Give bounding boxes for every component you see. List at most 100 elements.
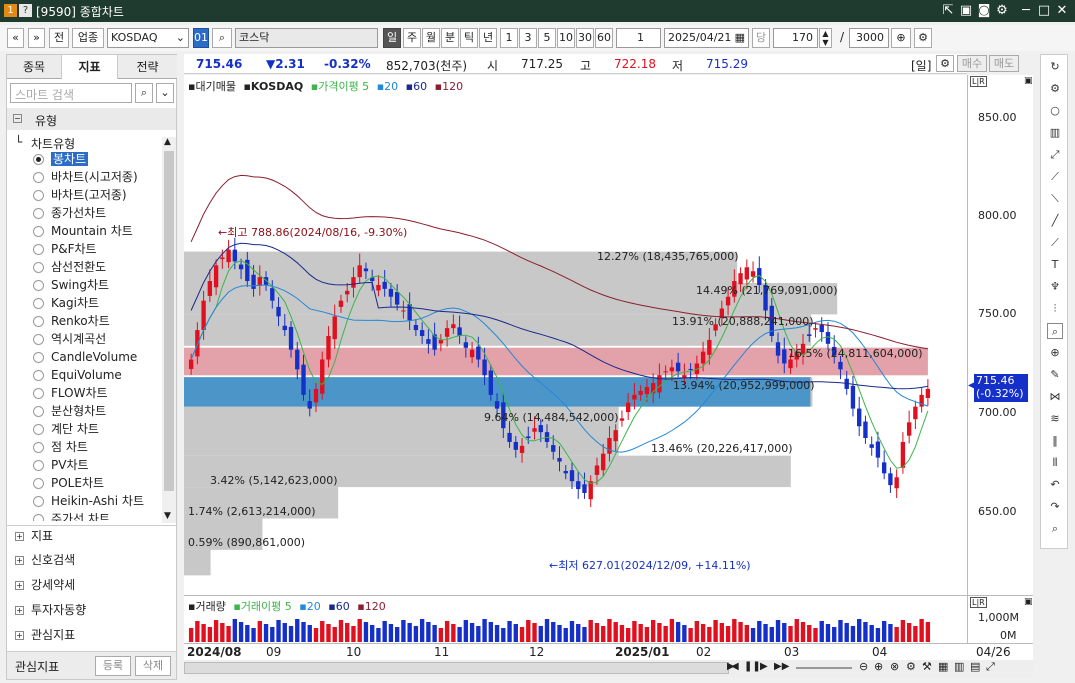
collapse-icon[interactable]: ⌄ (156, 83, 174, 103)
all-button[interactable]: 전 (49, 28, 69, 48)
expand-icon[interactable]: ▣ (1024, 76, 1033, 86)
chart-type-item[interactable]: Kagi차트 (33, 295, 99, 312)
sector-button[interactable]: 업종 (72, 28, 104, 48)
bar-chart-icon[interactable]: ▥ (1047, 125, 1063, 141)
reset-icon[interactable]: ⊗ (890, 660, 899, 673)
ray-tool-icon[interactable]: ⟋ (1047, 169, 1063, 185)
radio-icon[interactable] (33, 442, 44, 453)
radio-icon[interactable] (33, 460, 44, 471)
text-tool-icon[interactable]: T (1047, 257, 1063, 273)
radio-icon[interactable] (33, 424, 44, 435)
chart-type-item[interactable]: 분산형차트 (33, 403, 106, 420)
save-icon[interactable]: ▣ (958, 3, 974, 18)
volume-chart[interactable]: ▪거래량 ▪거래이평 5 ▪20 ▪60 ▪120 (184, 595, 967, 643)
zoom-out-icon[interactable]: ⊖ (859, 660, 868, 673)
tab-stocks[interactable]: 종목 (7, 55, 62, 79)
radio-icon[interactable] (33, 370, 44, 381)
delete-button[interactable]: 삭제 (135, 656, 171, 676)
period-week-button[interactable]: 주 (403, 28, 421, 48)
period-year-button[interactable]: 년 (479, 28, 497, 48)
link-icon[interactable]: ⇱ (940, 3, 956, 18)
nav-prev-button[interactable]: « (7, 28, 24, 48)
scroll-thumb[interactable] (184, 662, 729, 674)
current-button[interactable]: 당 (752, 28, 770, 48)
chart-type-item[interactable]: 삼선전환도 (33, 259, 106, 276)
candle-tool-icon[interactable]: ⫶ (1047, 301, 1063, 317)
radio-icon[interactable] (33, 172, 44, 183)
chart-type-item[interactable]: 주가선 차트 (33, 511, 110, 521)
columns-icon[interactable]: ⦀ (1047, 455, 1063, 471)
tool-icon[interactable]: ⚒ (922, 660, 932, 673)
scroll-up-icon[interactable]: ▲ (164, 137, 171, 147)
radio-icon[interactable] (33, 334, 44, 345)
lr-toggle[interactable]: L|R (970, 76, 987, 87)
expand-icon[interactable]: ▣ (1024, 597, 1033, 607)
interval-5-button[interactable]: 5 (538, 28, 556, 48)
radio-icon[interactable] (33, 280, 44, 291)
price-chart[interactable]: ▪대기매물 ▪KOSDAQ ▪가격이평 5 ▪20 ▪60 ▪120 0.59%… (184, 75, 967, 595)
chart-type-item[interactable]: Swing차트 (33, 277, 109, 294)
chart-type-item[interactable]: EquiVolume (33, 367, 122, 384)
radio-icon[interactable] (33, 190, 44, 201)
radio-icon[interactable] (33, 388, 44, 399)
date-field[interactable]: 2025/04/21 ▦ (664, 28, 749, 48)
undo-icon[interactable]: ↶ (1047, 477, 1063, 493)
chart-type-item[interactable]: 바차트(시고저종) (33, 169, 138, 186)
group-strength[interactable]: + 강세약세 (15, 575, 75, 595)
scroll-down-icon[interactable]: ▼ (164, 511, 171, 521)
bars-icon[interactable]: ‖ (1047, 433, 1063, 449)
period-tick-button[interactable]: 틱 (460, 28, 478, 48)
line-tool-icon[interactable]: ╱ (1047, 213, 1063, 229)
code-badge[interactable]: 01 (193, 28, 209, 48)
maximize-icon[interactable]: □ (1036, 3, 1052, 18)
chart-type-item[interactable]: PV차트 (33, 457, 89, 474)
circle-icon[interactable]: ○ (1047, 103, 1063, 119)
tab-strategy[interactable]: 전략 (118, 55, 177, 79)
radio-icon[interactable] (33, 298, 44, 309)
search-icon[interactable]: ⌕ (212, 28, 232, 48)
scroll-right-icon[interactable]: ▶ (727, 661, 735, 672)
chart-type-item[interactable]: POLE차트 (33, 475, 104, 492)
close-icon[interactable]: ✕ (1054, 3, 1070, 18)
chart-type-item[interactable]: CandleVolume (33, 349, 137, 366)
chart-type-item[interactable]: 바차트(고저종) (33, 187, 127, 204)
auto-line-icon[interactable]: ⟋ (1047, 235, 1063, 251)
radio-icon[interactable] (33, 208, 44, 219)
chart-type-item[interactable]: 역시계곡선 (33, 331, 106, 348)
radio-icon[interactable] (33, 226, 44, 237)
radio-icon[interactable] (33, 316, 44, 327)
search-icon[interactable]: ⌕ (135, 83, 153, 103)
fullscreen-icon[interactable]: ⤢ (986, 660, 995, 674)
interval-1-button[interactable]: 1 (500, 28, 518, 48)
period-month-button[interactable]: 월 (422, 28, 440, 48)
buy-button[interactable]: 매수 (957, 55, 987, 72)
minimize-icon[interactable]: ─ (1018, 3, 1034, 18)
sell-button[interactable]: 매도 (989, 55, 1019, 72)
chart-scrollbar[interactable]: ◀ ▶ ❚❚ ▶ ▶▶ ⊖ ⊕ ⊗ ⚙ ⚒ ▦ ▥ ▤ ⤢ (184, 660, 1033, 677)
segment-tool-icon[interactable]: ⟍ (1047, 191, 1063, 207)
smart-search-input[interactable]: 스마트 검색 (10, 83, 132, 103)
app-number-icon[interactable]: 1 (4, 4, 17, 17)
zoom-tool-icon[interactable]: ⊕ (1047, 345, 1063, 361)
settings-icon[interactable]: ⚙ (906, 660, 916, 673)
radio-icon[interactable] (33, 352, 44, 363)
interval-3-button[interactable]: 3 (519, 28, 537, 48)
play-icon[interactable]: ▶ (760, 661, 768, 672)
interval-30-button[interactable]: 30 (576, 28, 594, 48)
redo-icon[interactable]: ↷ (1047, 499, 1063, 515)
zoom-slider[interactable] (796, 667, 852, 669)
radio-icon[interactable] (33, 154, 44, 165)
layout-icon[interactable]: ▥ (954, 660, 964, 673)
tab-indicators[interactable]: 지표 (62, 55, 118, 79)
refresh-icon[interactable]: ↻ (1047, 59, 1063, 75)
help-icon[interactable]: ? (19, 4, 32, 17)
chart-type-item[interactable]: Renko차트 (33, 313, 110, 330)
fib-tool-icon[interactable]: ♆ (1047, 279, 1063, 295)
settings-icon[interactable]: ⚙ (1047, 81, 1063, 97)
zoom-icon[interactable]: ⊕ (891, 28, 911, 48)
chart-type-item[interactable]: P&F차트 (33, 241, 97, 258)
settings-icon[interactable]: ⚙ (936, 55, 954, 72)
price-y-axis[interactable]: L|R ▣ 850.00 800.00 750.00 700.00 650.00… (967, 75, 1033, 595)
interval-60-button[interactable]: 60 (595, 28, 613, 48)
zoom-in-icon[interactable]: ⊕ (874, 660, 883, 673)
